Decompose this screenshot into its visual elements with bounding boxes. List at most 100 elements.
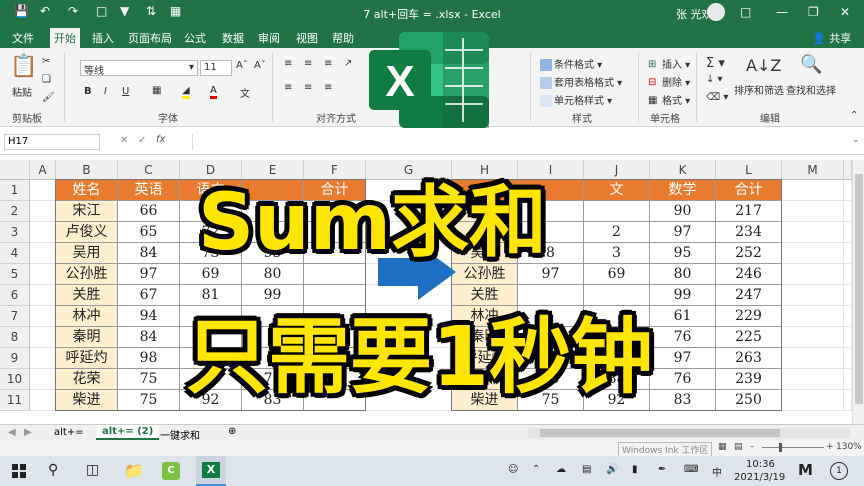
page-layout-icon[interactable]: ▤ (734, 442, 743, 452)
row-header[interactable]: 2 (0, 201, 30, 222)
table-cell[interactable]: 217 (716, 201, 782, 222)
grid-cell[interactable] (844, 369, 852, 390)
grid-cell[interactable] (844, 348, 852, 369)
pen-icon[interactable]: ✒ (658, 464, 666, 475)
zoom-slider[interactable] (762, 447, 824, 448)
select-all-corner[interactable] (0, 160, 30, 180)
formula-input[interactable] (192, 134, 853, 150)
tab-home[interactable]: 开始 (50, 28, 80, 48)
name-cell[interactable]: 呼延灼 (56, 348, 118, 369)
table-header-cell[interactable]: 合计 (716, 180, 782, 201)
table-cell[interactable]: 69 (584, 264, 650, 285)
tab-page-layout[interactable]: 页面布局 (128, 30, 172, 46)
font-name-combo[interactable]: 等线 ▾ (80, 60, 198, 77)
camtasia-icon[interactable]: C (162, 462, 180, 480)
table-cell[interactable]: 3 (584, 243, 650, 264)
grid-cell[interactable] (782, 369, 844, 390)
name-cell[interactable]: 林冲 (56, 306, 118, 327)
volume-icon[interactable]: 🔊 (606, 464, 618, 475)
phonetic-icon[interactable]: 文 (240, 85, 250, 100)
grid-cell[interactable] (844, 306, 852, 327)
name-cell[interactable]: 公孙胜 (56, 264, 118, 285)
underline-button[interactable]: U (122, 86, 129, 97)
name-box[interactable]: H17 (4, 134, 100, 150)
table-header-cell[interactable]: 姓名 (56, 180, 118, 201)
table-cell[interactable]: 250 (716, 390, 782, 411)
table-cell[interactable]: 84 (118, 327, 180, 348)
tab-help[interactable]: 帮助 (332, 30, 354, 46)
horizontal-scrollbar[interactable] (528, 428, 850, 438)
column-header[interactable]: M (782, 160, 844, 180)
grid-cell[interactable] (844, 180, 852, 201)
table-cell[interactable]: 234 (716, 222, 782, 243)
grid-cell[interactable] (30, 180, 56, 201)
table-cell[interactable]: 66 (118, 201, 180, 222)
avatar[interactable] (707, 3, 725, 21)
sort-filter-icon[interactable]: A↓Z (746, 56, 781, 75)
clock-date[interactable]: 2021/3/19 (734, 472, 785, 483)
copy-icon[interactable]: ❏ (42, 74, 51, 85)
sheet-tab[interactable]: alt+= (54, 427, 84, 438)
column-header[interactable]: K (650, 160, 716, 180)
grid-cell[interactable] (782, 390, 844, 411)
grid-cell[interactable] (844, 222, 852, 243)
share-button[interactable]: 👤 共享 (812, 30, 851, 46)
align-bottom-icon[interactable]: ≡ (324, 58, 332, 69)
clock-time[interactable]: 10:36 (746, 459, 775, 470)
grid-cell[interactable] (844, 264, 852, 285)
cancel-entry-icon[interactable]: ✕ (120, 135, 128, 146)
excel-taskbar-button[interactable]: X (196, 456, 226, 486)
network-icon[interactable]: ▤ (582, 464, 591, 475)
table-cell[interactable]: 61 (650, 306, 716, 327)
battery-icon[interactable]: ▮ (632, 464, 638, 475)
font-color-icon[interactable]: A (210, 85, 217, 99)
table-cell[interactable]: 95 (650, 243, 716, 264)
minimize-icon[interactable]: — (776, 5, 788, 19)
table-cell[interactable]: 75 (118, 369, 180, 390)
file-explorer-icon[interactable]: 📁 (124, 461, 144, 480)
vertical-scrollbar[interactable] (852, 160, 864, 424)
row-header[interactable]: 5 (0, 264, 30, 285)
grid-cell[interactable] (30, 243, 56, 264)
restore-icon[interactable]: ❐ (808, 5, 819, 19)
grid-cell[interactable] (782, 348, 844, 369)
table-cell[interactable] (584, 201, 650, 222)
grid-cell[interactable] (844, 390, 852, 411)
notification-icon[interactable]: 1 (830, 462, 848, 480)
search-icon[interactable]: ⚲ (48, 462, 58, 478)
table-header-cell[interactable]: 数学 (650, 180, 716, 201)
grid-cell[interactable] (844, 201, 852, 222)
grid-cell[interactable] (30, 264, 56, 285)
name-cell[interactable]: 吴用 (56, 243, 118, 264)
table-format-button[interactable]: 套用表格格式 ▾ (540, 74, 622, 89)
format-painter-icon[interactable]: 🖌 (42, 92, 55, 103)
row-header[interactable]: 11 (0, 390, 30, 411)
grid-cell[interactable] (30, 369, 56, 390)
grid-cell[interactable] (844, 243, 852, 264)
grid-cell[interactable] (30, 348, 56, 369)
table-cell[interactable]: 65 (118, 222, 180, 243)
paste-icon[interactable]: 📋 (10, 54, 37, 79)
name-cell[interactable]: 花荣 (56, 369, 118, 390)
format-cells-button[interactable]: ▦ 格式 ▾ (648, 92, 690, 107)
grid-cell[interactable] (30, 285, 56, 306)
table-cell[interactable]: 225 (716, 327, 782, 348)
tab-view[interactable]: 视图 (296, 30, 318, 46)
confirm-entry-icon[interactable]: ✓ (138, 135, 146, 146)
table-cell[interactable]: 99 (650, 285, 716, 306)
zoom-level[interactable]: 130% (836, 442, 862, 452)
ribbon-display-icon[interactable]: □ (740, 5, 751, 19)
column-header[interactable]: B (56, 160, 118, 180)
windows-start-icon[interactable] (12, 464, 26, 478)
add-sheet-icon[interactable]: ⊕ (228, 426, 236, 437)
tab-insert[interactable]: 插入 (92, 30, 114, 46)
table-cell[interactable]: 252 (716, 243, 782, 264)
next-sheet-icon[interactable]: ▶ (24, 427, 32, 438)
align-right-icon[interactable]: ≡ (324, 82, 332, 93)
row-header[interactable]: 7 (0, 306, 30, 327)
onedrive-icon[interactable]: ☁ (556, 464, 566, 475)
expand-formula-icon[interactable]: ⌄ (852, 135, 860, 145)
prev-sheet-icon[interactable]: ◀ (8, 427, 16, 438)
tab-formulas[interactable]: 公式 (184, 30, 206, 46)
align-center-icon[interactable]: ≡ (304, 82, 312, 93)
